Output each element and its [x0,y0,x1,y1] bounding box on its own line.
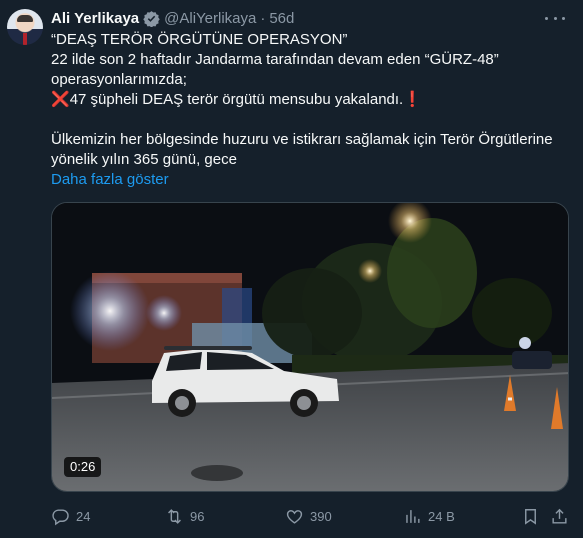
text-line: Ülkemizin her bölgesinde huzuru ve istik… [51,131,553,148]
more-dot [562,16,565,20]
more-dot [545,16,548,20]
like-button[interactable]: 390 [285,505,332,527]
tweet-text: “DEAŞ TERÖR ÖRGÜTÜNE OPERASYON” 22 ilde … [51,30,571,190]
show-more-link[interactable]: Daha fazla göster [51,170,571,190]
tweet-header: Ali Yerlikaya @AliYerlikaya · 56d [51,8,294,28]
text-line: “DEAŞ TERÖR ÖRGÜTÜNE OPERASYON” [51,31,348,48]
repost-count: 96 [190,508,205,524]
text-line: 22 ilde son 2 haftadır Jandarma tarafınd… [51,51,499,68]
text-line: yönelik yılın 365 günü, gece [51,151,237,168]
verified-badge-icon[interactable] [143,10,160,27]
avatar[interactable] [7,9,43,45]
text-line: operasyonlarımızda; [51,71,187,88]
like-icon [286,509,303,524]
tweet[interactable]: Ali Yerlikaya @AliYerlikaya · 56d “DEAŞ … [0,0,583,538]
tweet-time[interactable]: 56d [269,10,294,27]
more-icon[interactable] [545,8,565,28]
reply-count: 24 [76,508,91,524]
text-segment: 47 şüpheli DEAŞ terör örgütü mensubu yak… [69,91,404,108]
views-icon [406,509,420,523]
views-button[interactable]: 24 B [403,505,455,527]
share-icon [552,508,567,524]
video-duration: 0:26 [64,457,102,477]
exclamation-icon: ❗ [403,91,422,108]
avatar-hair [17,15,33,22]
views-count: 24 B [428,508,455,524]
bookmark-icon [525,508,536,525]
bookmark-button[interactable] [521,505,540,527]
video-player[interactable]: 0:26 [51,202,569,492]
text-line: ❌47 şüpheli DEAŞ terör örgütü mensubu ya… [51,90,571,110]
cross-mark-icon: ❌ [51,91,70,108]
repost-button[interactable]: 96 [165,505,204,527]
header-separator: · [260,9,266,27]
repost-icon [168,508,181,524]
video-frame [52,203,568,491]
author-name[interactable]: Ali Yerlikaya [51,10,139,27]
share-button[interactable] [550,505,569,527]
action-bar: 24 96 390 24 B [51,505,571,527]
reply-icon [52,508,69,525]
author-handle[interactable]: @AliYerlikaya [164,10,256,27]
more-dot [553,16,557,20]
reply-button[interactable]: 24 [51,505,90,527]
avatar-tie [23,33,27,45]
like-count: 390 [310,508,332,524]
